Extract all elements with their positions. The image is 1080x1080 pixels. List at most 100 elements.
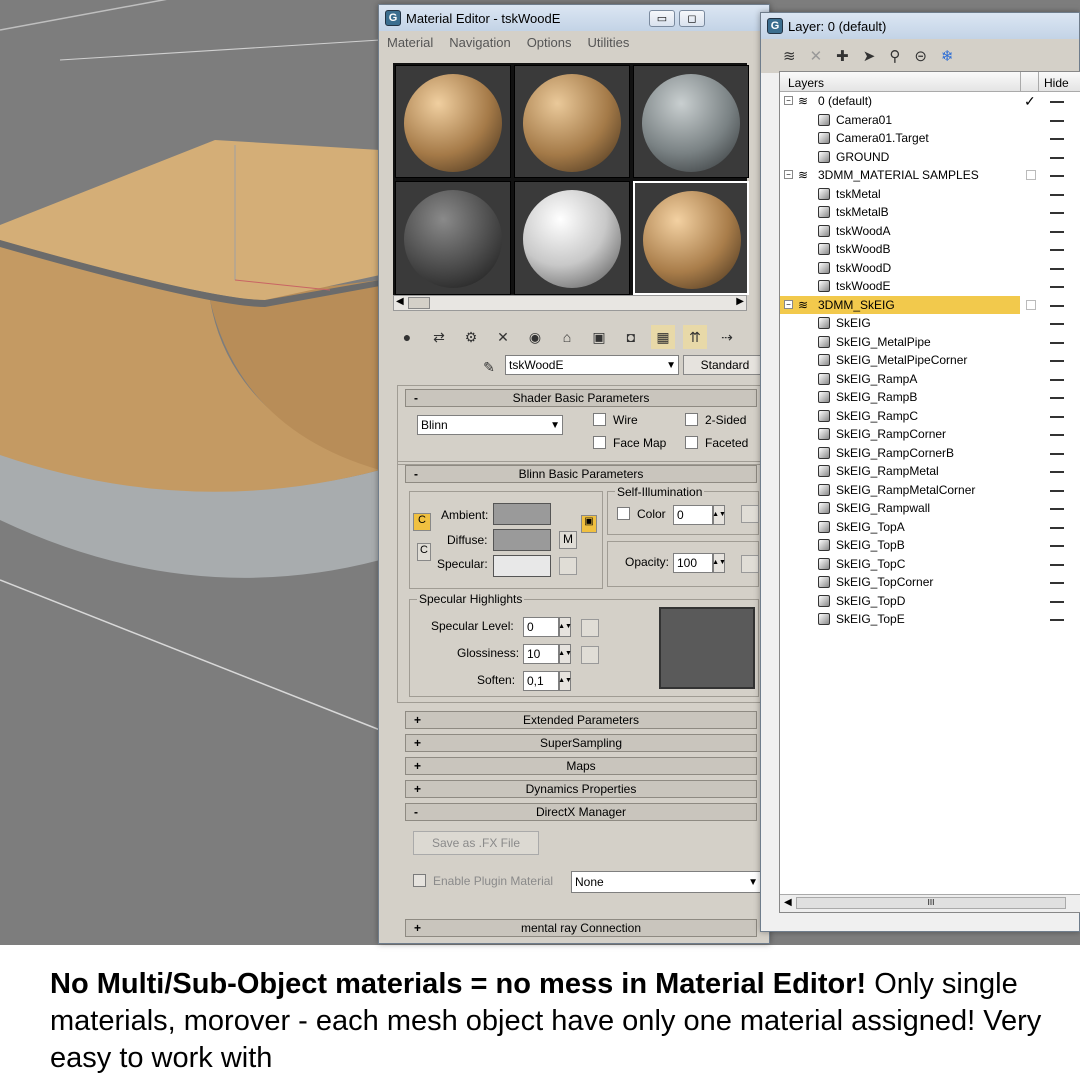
material-editor-titlebar[interactable]: G Material Editor - tskWoodE ▭ ◻ (379, 5, 769, 31)
hide-toggle[interactable] (1050, 304, 1064, 307)
glossiness-value[interactable]: 10 (523, 644, 559, 664)
self-illum-map-button[interactable] (741, 505, 759, 523)
layer-object-row[interactable]: SkEIG_RampB (780, 388, 1080, 407)
dynamics-properties-rollout[interactable]: + Dynamics Properties (405, 780, 757, 798)
hide-toggle[interactable] (1050, 341, 1064, 344)
create-layer-icon[interactable]: ≋ (783, 47, 796, 65)
specular-level-value[interactable]: 0 (523, 617, 559, 637)
hide-toggle[interactable] (1050, 193, 1064, 196)
sample-slot-selected[interactable] (633, 180, 749, 295)
glossiness-spinner[interactable]: ▲▼ (558, 644, 572, 664)
scroll-thumb[interactable]: III (796, 897, 1066, 909)
specular-map-button[interactable] (559, 557, 577, 575)
face-map-checkbox[interactable] (593, 436, 606, 449)
save-fx-button[interactable]: Save as .FX File (413, 831, 539, 855)
menu-options[interactable]: Options (527, 35, 572, 50)
hide-toggle[interactable] (1050, 434, 1064, 436)
layer-object-row[interactable]: tskWoodE (780, 277, 1080, 296)
col-hide[interactable]: Hide (1044, 76, 1069, 90)
layer-object-row[interactable]: SkEIG_Rampwall (780, 499, 1080, 518)
menu-utilities[interactable]: Utilities (588, 35, 630, 50)
layer-object-row[interactable]: tskMetalB (780, 203, 1080, 222)
layer-group-row[interactable]: − ≋ 0 (default) ✓ (780, 92, 1080, 111)
layer-object-row[interactable]: SkEIG_TopB (780, 536, 1080, 555)
delete-layer-icon[interactable]: ✕ (810, 47, 823, 65)
layer-group-row[interactable]: − ≋ 3DMM_SkEIG (780, 295, 1064, 314)
layer-object-row[interactable]: tskWoodA (780, 222, 1080, 241)
layer-object-row[interactable]: tskMetal (780, 185, 1080, 204)
hide-toggle[interactable] (1050, 471, 1064, 473)
sample-slot[interactable] (395, 180, 511, 295)
lock-diffuse-specular-icon[interactable]: C (417, 543, 431, 561)
layer-object-row[interactable]: SkEIG_MetalPipe (780, 333, 1080, 352)
specular-swatch[interactable] (493, 555, 551, 577)
enable-plugin-checkbox[interactable] (413, 874, 426, 887)
hide-toggle[interactable] (1050, 101, 1064, 103)
current-layer-checkbox[interactable] (1026, 299, 1036, 310)
layer-manager-titlebar[interactable]: G Layer: 0 (default) (761, 13, 1079, 39)
hide-toggle[interactable] (1050, 249, 1064, 251)
expand-collapse-icon[interactable]: − (784, 299, 793, 309)
hide-toggle[interactable] (1050, 286, 1064, 288)
hide-toggle[interactable] (1050, 582, 1064, 584)
directx-manager-rollout[interactable]: - DirectX Manager (405, 803, 757, 821)
hide-toggle[interactable] (1050, 323, 1064, 325)
layer-object-row[interactable]: SkEIG_TopA (780, 518, 1080, 537)
blinn-rollout-header[interactable]: - Blinn Basic Parameters (405, 465, 757, 483)
layer-object-row[interactable]: SkEIG_TopE (780, 610, 1080, 629)
chevron-down-icon[interactable]: ▼ (748, 877, 758, 888)
lock-icon[interactable]: ▣ (581, 515, 597, 533)
hide-toggle[interactable] (1050, 545, 1064, 547)
hide-toggle[interactable] (1050, 230, 1064, 233)
faceted-checkbox[interactable] (685, 436, 698, 449)
layer-object-row[interactable]: SkEIG_RampC (780, 407, 1080, 426)
add-to-layer-icon[interactable]: ✚ (836, 47, 849, 65)
hide-toggle[interactable] (1050, 489, 1064, 492)
layer-object-row[interactable]: SkEIG_MetalPipeCorner (780, 351, 1080, 370)
hide-toggle[interactable] (1050, 360, 1064, 362)
two-sided-checkbox[interactable] (685, 413, 698, 426)
chevron-down-icon[interactable]: ▼ (550, 420, 560, 431)
layer-list-scrollbar[interactable]: ◀ III (780, 894, 1080, 912)
layer-object-row[interactable]: SkEIG_RampCorner (780, 425, 1080, 444)
wire-checkbox[interactable] (593, 413, 606, 426)
diffuse-map-button[interactable]: M (559, 531, 577, 549)
layer-object-row[interactable]: SkEIG_RampMetal (780, 462, 1080, 481)
specular-level-spinner[interactable]: ▲▼ (558, 617, 572, 637)
lock-ambient-diffuse-icon[interactable]: C (413, 513, 431, 531)
put-to-scene-icon[interactable]: ⇄ (427, 325, 451, 349)
sample-slot[interactable] (514, 180, 630, 295)
sample-slot[interactable] (395, 65, 511, 178)
soften-spinner[interactable]: ▲▼ (558, 671, 572, 691)
library-icon[interactable]: ⌂ (555, 325, 579, 349)
hide-toggle[interactable] (1050, 175, 1064, 177)
opacity-spinner[interactable]: ▲▼ (712, 553, 726, 573)
current-layer-checkbox[interactable] (1026, 170, 1036, 180)
pick-material-icon[interactable]: ✎ (477, 355, 501, 379)
hide-toggle[interactable] (1050, 619, 1064, 621)
hide-toggle[interactable] (1050, 508, 1064, 510)
hide-toggle[interactable] (1050, 526, 1064, 529)
hide-toggle[interactable] (1050, 397, 1064, 399)
minimize-button[interactable]: ▭ (649, 9, 675, 27)
material-name-field[interactable]: tskWoodE ▼ (505, 355, 679, 375)
maximize-button[interactable]: ◻ (679, 9, 705, 27)
get-material-icon[interactable]: ● (395, 325, 419, 349)
make-unique-icon[interactable]: ◉ (523, 325, 547, 349)
chevron-down-icon[interactable]: ▼ (666, 360, 676, 371)
col-layers[interactable]: Layers (788, 76, 824, 90)
highlight-layer-icon[interactable]: ⚲ (889, 47, 900, 65)
specular-level-map-button[interactable] (581, 619, 599, 637)
expand-collapse-icon[interactable]: − (784, 170, 793, 179)
layer-object-row[interactable]: SkEIG_TopC (780, 555, 1080, 574)
opacity-map-button[interactable] (741, 555, 759, 573)
layer-group-row[interactable]: − ≋ 3DMM_MATERIAL SAMPLES (780, 166, 1080, 185)
show-map-icon[interactable]: ◘ (619, 325, 643, 349)
layer-object-row[interactable]: SkEIG_TopCorner (780, 573, 1080, 592)
expand-collapse-icon[interactable]: − (784, 96, 793, 105)
extended-parameters-rollout[interactable]: + Extended Parameters (405, 711, 757, 729)
show-end-result-icon[interactable]: ▦ (651, 325, 675, 349)
hide-toggle[interactable] (1050, 119, 1064, 122)
supersampling-rollout[interactable]: + SuperSampling (405, 734, 757, 752)
mental-ray-rollout[interactable]: + mental ray Connection (405, 919, 757, 937)
